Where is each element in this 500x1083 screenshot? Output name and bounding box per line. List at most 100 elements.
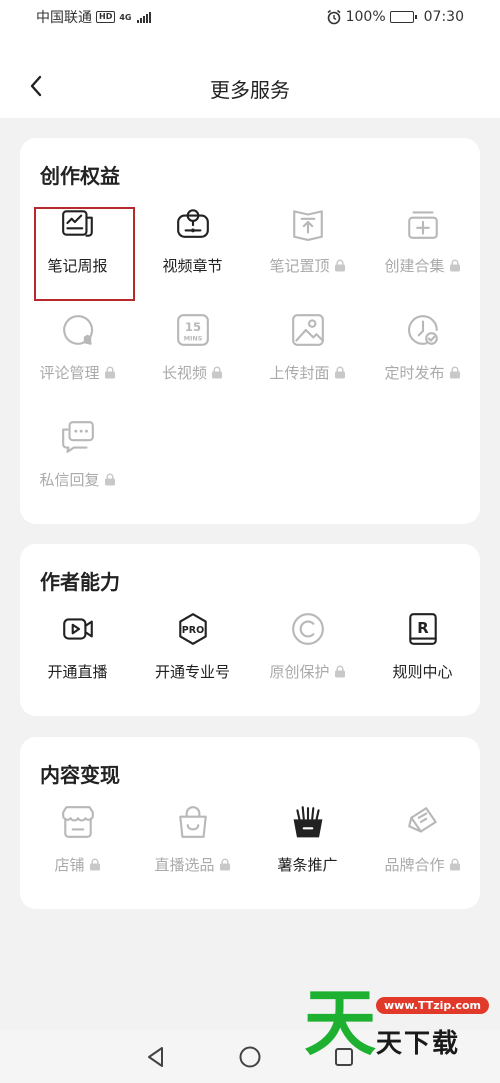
lock-icon	[334, 665, 346, 678]
create-collection-icon	[405, 205, 441, 241]
shopping-bag-icon	[175, 804, 211, 840]
service-label-row: 定时发布	[384, 362, 460, 383]
store-icon	[60, 804, 96, 840]
service-label: 店铺	[54, 856, 85, 874]
video-chapter-icon	[175, 205, 211, 241]
lock-icon	[211, 366, 223, 379]
upload-cover-icon	[290, 312, 326, 348]
service-item[interactable]: 视频章节	[135, 205, 250, 305]
lock-icon	[219, 858, 231, 871]
service-label-row: 开通直播	[47, 661, 107, 682]
service-item[interactable]: 直播选品	[135, 804, 250, 904]
status-left: 中国联通 HD 4G	[36, 7, 152, 27]
watermark-url: www.TTzip.com	[376, 997, 489, 1014]
service-label: 长视频	[161, 364, 207, 382]
service-item[interactable]: 评论管理	[20, 312, 135, 412]
lock-icon	[89, 858, 101, 871]
service-item[interactable]: PRO 开通专业号	[135, 611, 250, 711]
service-label: 规则中心	[392, 663, 453, 681]
battery-icon	[389, 11, 417, 23]
service-label: 创建合集	[384, 257, 445, 275]
service-item[interactable]: 私信回复	[20, 419, 135, 519]
service-item[interactable]: 上传封面	[250, 312, 365, 412]
svg-text:PRO: PRO	[181, 625, 203, 636]
service-label: 上传封面	[269, 364, 330, 382]
service-item[interactable]: R 规则中心	[365, 611, 480, 711]
watermark-big-char: 天	[304, 981, 377, 1065]
service-item[interactable]: 原创保护	[250, 611, 365, 711]
svg-text:15: 15	[184, 320, 200, 334]
lock-icon	[334, 366, 346, 379]
service-item[interactable]: 15 MINS 长视频	[135, 312, 250, 412]
message-reply-icon	[60, 419, 96, 455]
service-label: 评论管理	[39, 364, 100, 382]
service-label-row: 创建合集	[384, 255, 460, 276]
service-label: 品牌合作	[384, 856, 445, 874]
service-item[interactable]: 店铺	[20, 804, 135, 904]
highlight-box	[34, 207, 135, 301]
status-bar: 中国联通 HD 4G 100% 07:30	[0, 0, 500, 34]
section-title: 作者能力	[40, 570, 120, 594]
svg-text:MINS: MINS	[183, 336, 202, 343]
service-item[interactable]: 定时发布	[365, 312, 480, 412]
lock-icon	[334, 259, 346, 272]
nav-back-icon[interactable]	[144, 1045, 168, 1069]
service-label: 开通直播	[47, 663, 108, 681]
section-author-abilities: 作者能力 开通直播 PRO 开通专业号 原创保护 R 规则中心	[20, 544, 480, 716]
lock-icon	[104, 366, 116, 379]
nav-home-icon[interactable]	[238, 1045, 262, 1069]
service-label-row: 薯条推广	[277, 854, 337, 875]
service-label-row: 直播选品	[154, 854, 230, 875]
service-label-row: 评论管理	[39, 362, 115, 383]
service-label-row: 品牌合作	[384, 854, 460, 875]
service-item[interactable]: 创建合集	[365, 205, 480, 305]
status-right: 100% 07:30	[326, 9, 464, 25]
pro-account-icon: PRO	[175, 611, 211, 647]
signal-icon	[137, 11, 152, 23]
service-item[interactable]: 薯条推广	[250, 804, 365, 904]
lock-icon	[104, 473, 116, 486]
hd-badge: HD	[96, 11, 116, 23]
watermark-logo: 天 www.TTzip.com 天下载	[300, 985, 500, 1065]
lock-icon	[449, 858, 461, 871]
service-label-row: 店铺	[54, 854, 100, 875]
rules-center-icon: R	[405, 611, 441, 647]
clock-time: 07:30	[423, 9, 464, 25]
service-label: 定时发布	[384, 364, 445, 382]
fries-promo-icon	[290, 804, 326, 840]
service-item[interactable]: 笔记置顶	[250, 205, 365, 305]
long-video-icon: 15 MINS	[175, 312, 211, 348]
service-label: 私信回复	[39, 471, 100, 489]
service-label-row: 视频章节	[162, 255, 222, 276]
service-item[interactable]: 品牌合作	[365, 804, 480, 904]
service-label-row: 笔记置顶	[269, 255, 345, 276]
service-label-row: 上传封面	[269, 362, 345, 383]
lock-icon	[449, 366, 461, 379]
section-creation-rights: 创作权益 笔记周报 视频章节 笔记置顶 创建合集 评论管理 15 MINS 长视频 上传封面 定时…	[20, 138, 480, 524]
scheduled-publish-icon	[405, 312, 441, 348]
watermark-text: 天下载	[376, 1029, 461, 1059]
section-title: 创作权益	[40, 164, 120, 188]
service-label: 笔记置顶	[269, 257, 330, 275]
battery-percent: 100%	[345, 9, 386, 25]
copyright-icon	[290, 611, 326, 647]
carrier-name: 中国联通	[36, 10, 92, 26]
live-stream-icon	[60, 611, 96, 647]
svg-text:R: R	[417, 620, 429, 637]
top-nav-bar: 更多服务	[0, 34, 500, 118]
page-title: 更多服务	[210, 78, 290, 102]
service-label-row: 原创保护	[269, 661, 345, 682]
service-label: 薯条推广	[277, 856, 338, 874]
service-label: 开通专业号	[154, 663, 230, 681]
service-label: 直播选品	[154, 856, 215, 874]
service-label-row: 开通专业号	[155, 661, 230, 682]
pin-top-icon	[290, 205, 326, 241]
lock-icon	[449, 259, 461, 272]
service-label-row: 规则中心	[392, 661, 452, 682]
comment-manage-icon	[60, 312, 96, 348]
service-label: 原创保护	[269, 663, 330, 681]
brand-coop-icon	[405, 804, 441, 840]
network-type: 4G	[119, 12, 132, 22]
service-label-row: 长视频	[162, 362, 223, 383]
service-item[interactable]: 开通直播	[20, 611, 135, 711]
